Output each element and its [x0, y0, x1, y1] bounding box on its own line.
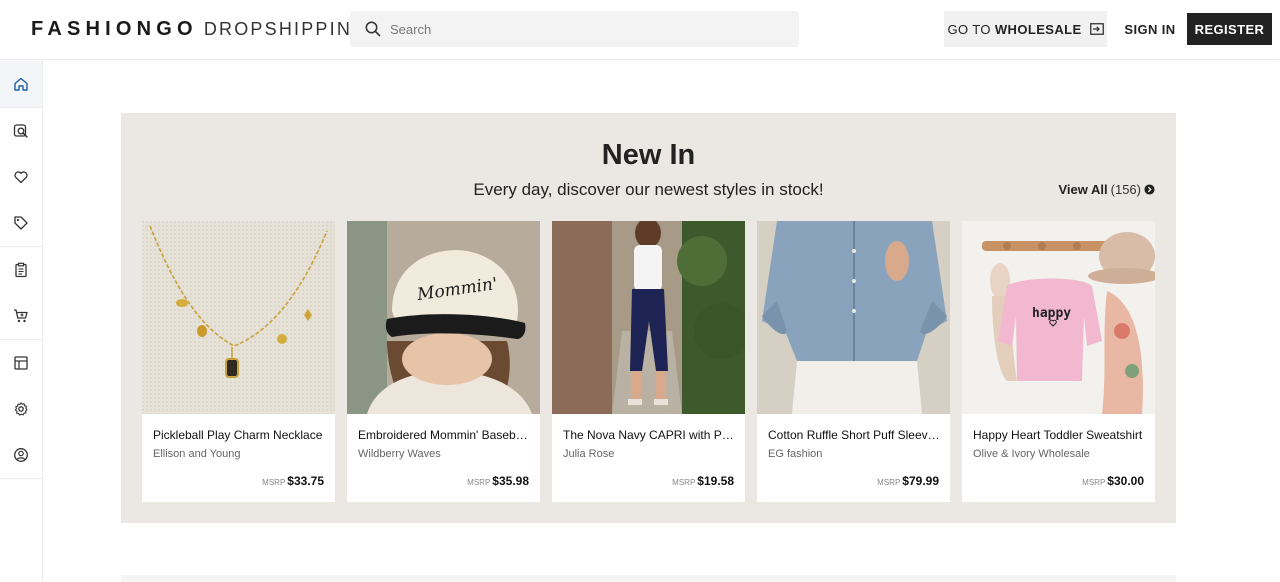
external-enter-icon	[1089, 23, 1104, 35]
section-title: New In	[601, 139, 696, 171]
chevron-right-circle-icon	[1144, 184, 1155, 195]
sidebar-item-settings[interactable]	[0, 386, 42, 432]
product-brand[interactable]: Olive & Ivory Wholesale	[973, 448, 1090, 460]
next-section-edge	[121, 575, 1176, 582]
product-brand[interactable]: EG fashion	[768, 448, 822, 460]
product-price: $79.99	[902, 474, 939, 488]
msrp-label: MSRP	[672, 478, 696, 487]
product-image-necklace[interactable]	[142, 221, 335, 414]
logo-main-text: FASHIONGO	[31, 17, 198, 40]
fashiongo-logo[interactable]: FASHIONGO DROPSHIPPING	[31, 18, 368, 40]
product-card[interactable]: The Nova Navy CAPRI with Pockets Julia R…	[552, 221, 745, 502]
product-price: $35.98	[492, 474, 529, 488]
clipboard-icon	[15, 262, 27, 278]
product-name[interactable]: Happy Heart Toddler Sweatshirt	[973, 428, 1148, 442]
sign-in-button[interactable]: SIGN IN	[1117, 11, 1183, 47]
sidebar-item-orders[interactable]	[0, 247, 42, 293]
sidebar-item-deals[interactable]	[0, 200, 42, 246]
wholesale-label: GO TO WHOLESALE	[947, 21, 1082, 37]
sidebar-item-cart[interactable]	[0, 293, 42, 339]
product-image-sweatshirt[interactable]: happy	[962, 221, 1155, 414]
product-name[interactable]: The Nova Navy CAPRI with Pockets	[563, 428, 738, 442]
search-icon	[365, 21, 381, 37]
view-all-link[interactable]: View All (156)	[1059, 182, 1156, 197]
product-card[interactable]: Mommin' Embroidered Mommin' Baseball Cap…	[347, 221, 540, 502]
product-card[interactable]: happy Happy Heart Toddler Sweatshirt Oli…	[962, 221, 1155, 502]
product-card[interactable]: Cotton Ruffle Short Puff Sleeve Top EG f…	[757, 221, 950, 502]
search-input[interactable]	[390, 21, 770, 37]
sidebar-divider	[0, 478, 42, 479]
product-name[interactable]: Pickleball Play Charm Necklace	[153, 428, 328, 442]
tag-icon	[14, 216, 28, 230]
product-image-denim-top[interactable]	[757, 221, 950, 414]
msrp-label: MSRP	[467, 478, 491, 487]
gear-icon	[14, 402, 28, 416]
product-image-cap[interactable]: Mommin'	[347, 221, 540, 414]
register-button[interactable]: REGISTER	[1187, 13, 1272, 45]
msrp-label: MSRP	[877, 478, 901, 487]
msrp-label: MSRP	[262, 478, 286, 487]
sidebar-item-favorites[interactable]	[0, 154, 42, 200]
heart-icon	[14, 171, 28, 184]
sidebar-item-layout[interactable]	[0, 340, 42, 386]
section-subtitle: Every day, discover our newest styles in…	[473, 180, 824, 199]
product-price-row: MSRP $33.75	[262, 474, 324, 488]
user-circle-icon	[14, 448, 28, 462]
sidebar-item-home[interactable]	[0, 61, 42, 107]
product-price: $30.00	[1107, 474, 1144, 488]
product-price-row: MSRP $30.00	[1082, 474, 1144, 488]
product-price: $19.58	[697, 474, 734, 488]
product-image-capri[interactable]	[552, 221, 745, 414]
view-all-label: View All	[1058, 182, 1108, 197]
msrp-label: MSRP	[1082, 478, 1106, 487]
home-icon	[14, 77, 28, 91]
go-to-wholesale-button[interactable]: GO TO WHOLESALE	[944, 11, 1107, 47]
product-price: $33.75	[287, 474, 324, 488]
sweatshirt-print-text: happy	[1032, 306, 1071, 321]
product-card[interactable]: Pickleball Play Charm Necklace Ellison a…	[142, 221, 335, 502]
top-header: FASHIONGO DROPSHIPPING GO TO WHOLESALE S…	[0, 0, 1280, 60]
view-all-count: (156)	[1110, 182, 1141, 197]
left-sidebar	[0, 61, 43, 582]
search-bar[interactable]	[350, 11, 799, 47]
product-brand[interactable]: Ellison and Young	[153, 448, 240, 460]
product-brand[interactable]: Julia Rose	[563, 448, 614, 460]
logo-sub-text: DROPSHIPPING	[203, 18, 369, 39]
layout-icon	[14, 356, 28, 370]
product-price-row: MSRP $35.98	[467, 474, 529, 488]
new-in-section: New In Every day, discover our newest st…	[121, 113, 1176, 523]
sidebar-item-search[interactable]	[0, 108, 42, 154]
cart-icon	[14, 309, 28, 323]
product-brand[interactable]: Wildberry Waves	[358, 448, 441, 460]
product-price-row: MSRP $79.99	[877, 474, 939, 488]
search-product-icon	[13, 124, 28, 138]
product-name[interactable]: Cotton Ruffle Short Puff Sleeve Top	[768, 428, 943, 442]
product-name[interactable]: Embroidered Mommin' Baseball Cap	[358, 428, 533, 442]
product-price-row: MSRP $19.58	[672, 474, 734, 488]
sidebar-item-account[interactable]	[0, 432, 42, 478]
